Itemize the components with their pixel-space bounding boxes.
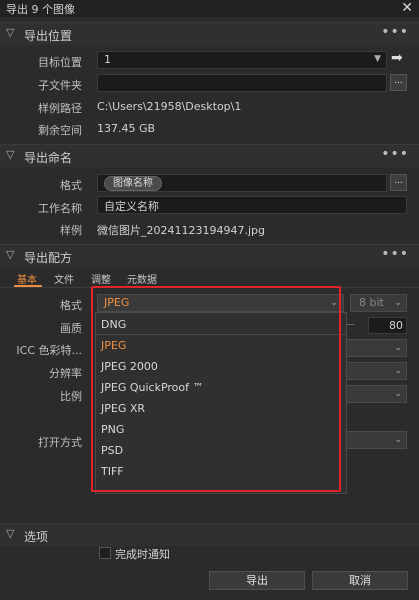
open-with-select[interactable]: ⌄ <box>346 431 407 449</box>
dropdown-option-jpeg-xr[interactable]: JPEG XR <box>101 402 145 415</box>
chevron-down-icon: ⌄ <box>394 343 402 353</box>
target-location-label: 目标位置 <box>38 56 82 69</box>
naming-sample-label: 样例 <box>60 224 82 237</box>
chevron-down-icon: ⌄ <box>394 366 402 376</box>
open-with-label: 打开方式 <box>38 436 82 449</box>
resolution-select[interactable]: ⌄ <box>346 362 407 380</box>
more-dots-icon[interactable]: ••• <box>381 246 409 262</box>
section-title: 选项 <box>24 530 49 544</box>
format-dropdown-list: DNG JPEG JPEG 2000 JPEG QuickProof ™ JPE… <box>95 312 347 494</box>
naming-format-label: 格式 <box>60 179 82 192</box>
bit-depth-value: 8 bit <box>359 296 384 309</box>
free-space-label: 剩余空间 <box>38 124 82 137</box>
recipe-format-label: 格式 <box>60 299 82 312</box>
sample-path-label: 样例路径 <box>38 102 82 115</box>
chevron-down-icon[interactable]: ▽ <box>6 248 14 261</box>
section-title: 导出配方 <box>24 251 73 265</box>
section-header-options[interactable]: ▽ 选项 <box>0 523 419 546</box>
tab-file[interactable]: 文件 <box>54 271 74 286</box>
divider <box>96 334 346 335</box>
section-header-naming[interactable]: ▽ 导出命名 ••• <box>0 144 419 167</box>
job-name-label: 工作名称 <box>38 202 82 215</box>
naming-browse-button[interactable]: ... <box>390 174 407 191</box>
sample-path-value: C:\Users\21958\Desktop\1 <box>97 100 242 113</box>
dropdown-option-jpeg-quickproof[interactable]: JPEG QuickProof ™ <box>101 381 204 394</box>
dropdown-option-jpeg-2000[interactable]: JPEG 2000 <box>101 360 158 373</box>
chevron-down-icon[interactable]: ▽ <box>6 148 14 161</box>
dropdown-option-psd[interactable]: PSD <box>101 444 123 457</box>
target-location-value: 1 <box>104 53 111 66</box>
recipe-tabs: 基本 文件 调整 元数据 <box>0 271 419 286</box>
format-select[interactable]: JPEG ⌄ <box>97 294 344 312</box>
window-title: 导出 9 个图像 <box>6 3 75 16</box>
notify-label: 完成时通知 <box>115 548 170 561</box>
target-location-select[interactable]: 1 ▼ <box>97 51 387 69</box>
cancel-button[interactable]: 取消 <box>312 571 408 590</box>
resolution-label: 分辨率 <box>49 367 82 380</box>
chevron-down-icon[interactable]: ▽ <box>6 26 14 39</box>
dropdown-option-jpeg[interactable]: JPEG <box>101 339 126 352</box>
bit-depth-select[interactable]: 8 bit ⌄ <box>350 294 407 312</box>
tab-adjust[interactable]: 调整 <box>91 271 111 286</box>
export-button[interactable]: 导出 <box>209 571 305 590</box>
arrow-right-icon[interactable]: ➡ <box>391 50 403 66</box>
dropdown-option-tiff[interactable]: TIFF <box>101 465 124 478</box>
icc-label: ICC 色彩特... <box>16 344 82 357</box>
more-dots-icon[interactable]: ••• <box>381 146 409 162</box>
section-header-recipe[interactable]: ▽ 导出配方 ••• <box>0 244 419 267</box>
subfolder-label: 子文件夹 <box>38 79 82 92</box>
dropdown-option-png[interactable]: PNG <box>101 423 124 436</box>
chevron-down-icon[interactable]: ▽ <box>6 527 14 540</box>
quality-slider-track[interactable] <box>346 324 354 325</box>
icc-select[interactable]: ⌄ <box>346 339 407 357</box>
section-header-location[interactable]: ▽ 导出位置 ••• <box>0 22 419 45</box>
subfolder-browse-button[interactable]: ... <box>390 74 407 91</box>
more-dots-icon[interactable]: ••• <box>381 24 409 40</box>
ratio-label: 比例 <box>60 390 82 403</box>
naming-format-input[interactable]: 图像名称 <box>97 174 387 192</box>
quality-input[interactable]: 80 <box>368 317 407 334</box>
dropdown-option-dng[interactable]: DNG <box>101 318 126 331</box>
chevron-down-icon: ▼ <box>374 54 381 64</box>
naming-sample-value: 微信图片_20241123194947.jpg <box>97 224 265 237</box>
close-icon[interactable]: ✕ <box>401 0 413 16</box>
chevron-down-icon: ⌄ <box>394 435 402 445</box>
quality-label: 画质 <box>60 322 82 335</box>
chevron-down-icon: ⌄ <box>394 389 402 399</box>
free-space-value: 137.45 GB <box>97 122 156 135</box>
ratio-select[interactable]: ⌄ <box>346 385 407 403</box>
tab-basic[interactable]: 基本 <box>17 271 37 286</box>
section-title: 导出位置 <box>24 29 73 43</box>
format-select-value: JPEG <box>104 296 130 309</box>
subfolder-input[interactable] <box>97 74 387 92</box>
chevron-down-icon: ⌄ <box>394 298 402 308</box>
job-name-input[interactable]: 自定义名称 <box>97 196 407 214</box>
notify-checkbox[interactable] <box>99 547 111 559</box>
divider <box>0 287 419 288</box>
tab-metadata[interactable]: 元数据 <box>127 271 157 286</box>
format-token[interactable]: 图像名称 <box>104 176 162 191</box>
title-bar: 导出 9 个图像 ✕ <box>0 0 419 17</box>
section-title: 导出命名 <box>24 151 73 165</box>
chevron-down-icon: ⌄ <box>330 298 338 308</box>
